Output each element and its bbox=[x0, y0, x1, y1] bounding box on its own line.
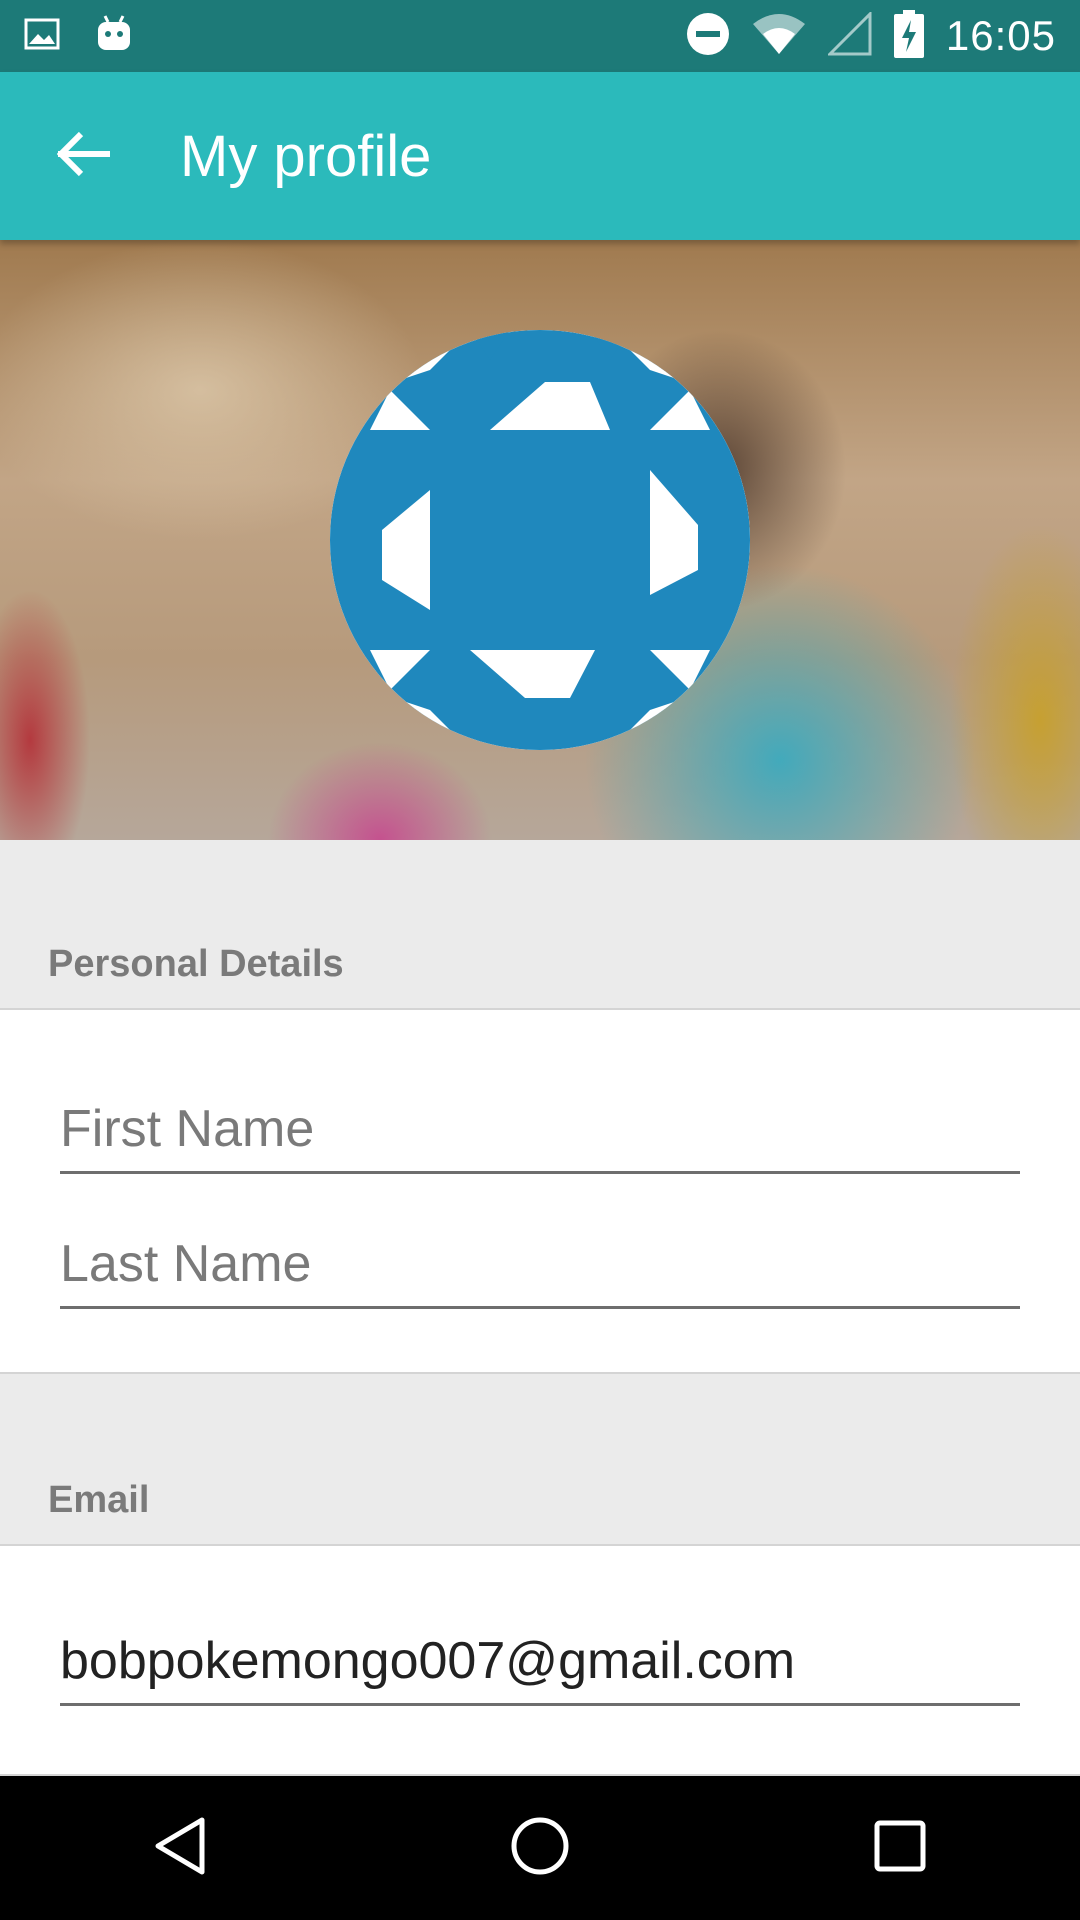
first-name-field bbox=[60, 1094, 1020, 1174]
personal-details-label: Personal Details bbox=[48, 943, 344, 985]
status-time: 16:05 bbox=[945, 12, 1056, 59]
app-bar: My profile bbox=[0, 72, 1080, 240]
profile-avatar[interactable] bbox=[330, 330, 750, 750]
status-bar: 16:05 bbox=[0, 0, 1080, 72]
battery-charging-icon bbox=[893, 10, 924, 62]
do-not-disturb-icon bbox=[686, 12, 730, 60]
page-title: My profile bbox=[180, 123, 432, 189]
last-name-field bbox=[60, 1229, 1020, 1309]
android-notification-icon bbox=[96, 14, 132, 58]
triangle-back-icon bbox=[152, 1816, 208, 1880]
email-section bbox=[0, 1546, 1080, 1776]
image-notification-icon bbox=[24, 16, 60, 56]
wifi-icon bbox=[752, 12, 806, 60]
last-name-input[interactable] bbox=[60, 1234, 1020, 1294]
profile-cover-image bbox=[0, 240, 1080, 840]
back-button[interactable] bbox=[24, 96, 144, 216]
nav-recents-button[interactable] bbox=[840, 1788, 960, 1908]
square-recents-icon bbox=[874, 1820, 926, 1876]
email-label: Email bbox=[48, 1479, 150, 1521]
email-input[interactable] bbox=[60, 1631, 1020, 1691]
cell-signal-icon bbox=[826, 10, 872, 60]
personal-details-header: Personal Details bbox=[0, 840, 1080, 1010]
system-nav-bar bbox=[0, 1776, 1080, 1920]
first-name-input[interactable] bbox=[60, 1099, 1020, 1159]
nav-home-button[interactable] bbox=[480, 1788, 600, 1908]
email-header: Email bbox=[0, 1374, 1080, 1546]
circle-home-icon bbox=[510, 1816, 570, 1880]
nav-back-button[interactable] bbox=[120, 1788, 240, 1908]
arrow-back-icon bbox=[56, 130, 111, 182]
personal-details-section bbox=[0, 1010, 1080, 1374]
email-field bbox=[60, 1626, 1020, 1706]
